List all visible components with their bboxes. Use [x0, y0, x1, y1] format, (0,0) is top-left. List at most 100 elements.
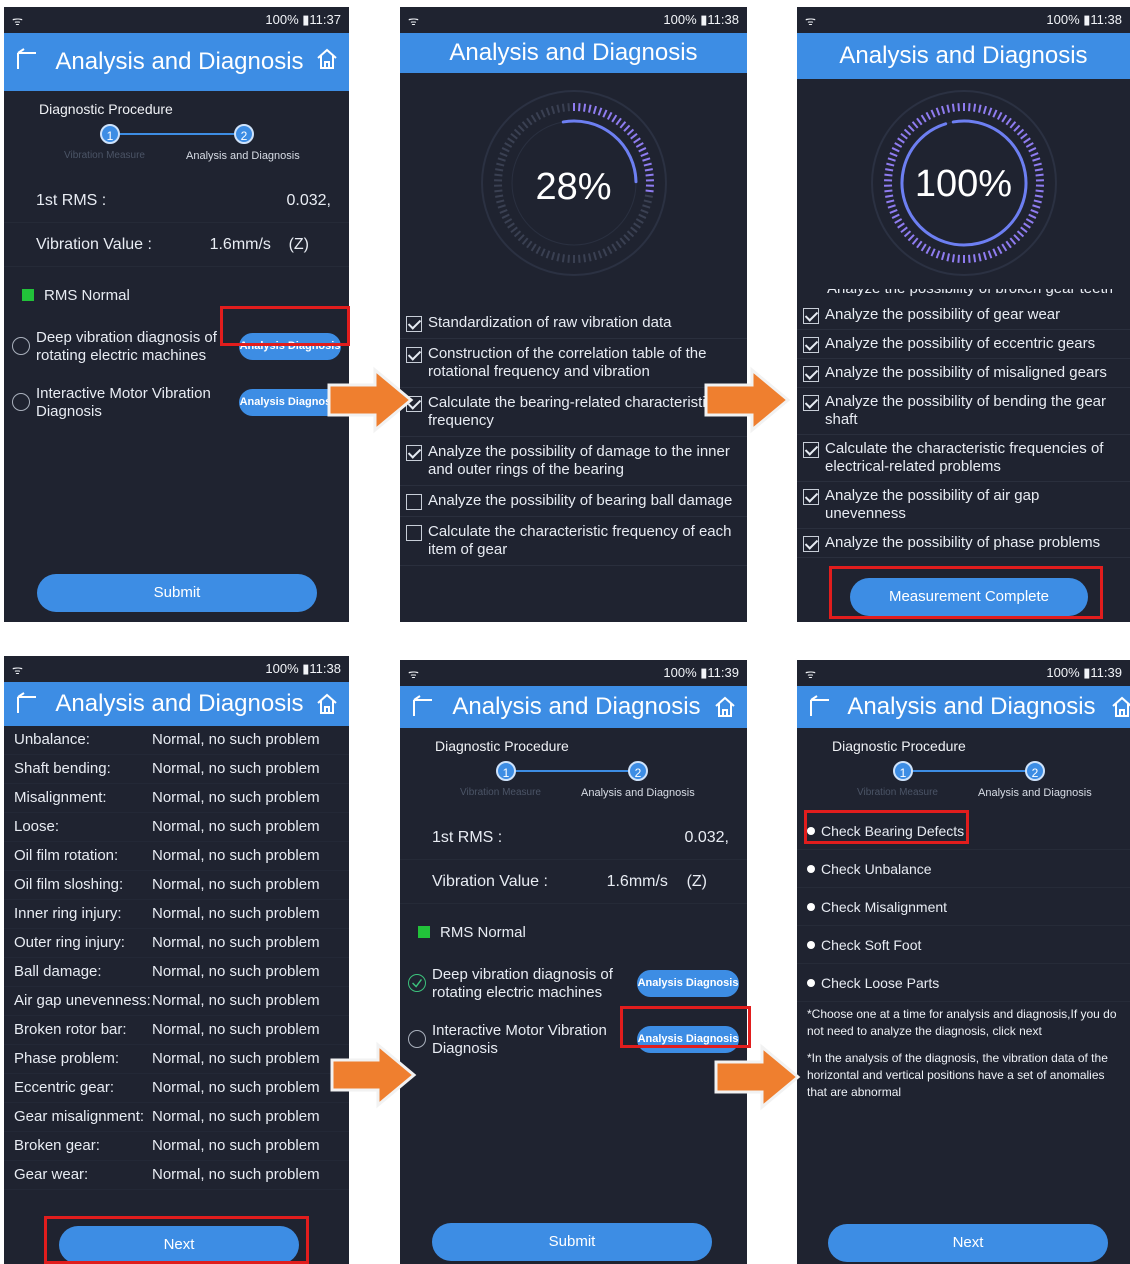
gauge-tick: [1005, 240, 1012, 249]
gauge-tick: [545, 250, 550, 259]
back-icon[interactable]: [807, 694, 833, 720]
gauge-tick: [977, 104, 982, 113]
gauge-tick: [967, 103, 971, 112]
gauge-tick: [501, 147, 510, 153]
gauge-tick: [597, 250, 602, 259]
table-row: Phase problem: Normal, no such problem: [4, 1045, 349, 1074]
rms-row: 1st RMS : 0.032,: [4, 179, 349, 223]
table-row: Broken rotor bar: Normal, no such problem: [4, 1016, 349, 1045]
back-icon[interactable]: [410, 694, 436, 720]
gauge-tick: [592, 251, 597, 261]
check-circle-icon[interactable]: [408, 974, 426, 992]
gauge-tick: [907, 124, 915, 132]
table-row: Gear misalignment: Normal, no such proble…: [4, 1103, 349, 1132]
partial-row-text: Analyze the possibility of broken gear t…: [827, 289, 1113, 297]
gauge-tick: [1031, 157, 1040, 162]
status-bar: ᯤ 100% ▮11:37: [4, 7, 349, 33]
next-button[interactable]: Next: [828, 1224, 1108, 1262]
status-bar: ᯤ 100% ▮11:38: [4, 656, 349, 682]
highlight-box: [44, 1216, 309, 1264]
gauge-tick: [887, 157, 896, 162]
check-item-label: Analyze the possibility of gear wear: [825, 306, 1061, 323]
stepper: 1 2 Vibration Measure Analysis and Diagn…: [400, 754, 747, 804]
gauge-tick: [1016, 230, 1024, 238]
submit-button[interactable]: Submit: [432, 1223, 712, 1261]
gauge-tick: [503, 218, 512, 224]
check-option[interactable]: Check Misalignment: [797, 888, 1130, 926]
gauge-tick: [899, 132, 908, 140]
gauge-tick: [601, 248, 607, 257]
screen-5: ᯤ 100% ▮11:39 Analysis and Diagnosis Dia…: [400, 660, 747, 1264]
submit-button[interactable]: Submit: [37, 574, 317, 612]
diagnosis-option-2[interactable]: Interactive Motor Vibration Diagnosis An…: [4, 379, 349, 427]
result-label: Broken rotor bar:: [14, 1021, 127, 1038]
rms-value: 0.032,: [286, 191, 331, 209]
gauge-tick: [509, 226, 518, 234]
home-icon[interactable]: [315, 692, 339, 716]
gauge-tick: [940, 105, 945, 115]
table-row: Loose: Normal, no such problem: [4, 813, 349, 842]
vibration-axis: (Z): [686, 872, 707, 890]
check-item-label: Analyze the possibility of air gap uneve…: [825, 487, 1040, 522]
analysis-diagnosis-button[interactable]: Analysis Diagnosis: [637, 970, 739, 997]
radio-button[interactable]: [12, 393, 30, 411]
progress-gauge: 28%: [400, 73, 747, 308]
gauge-tick: [521, 237, 528, 245]
check-item: Analyze the possibility of air gap uneve…: [797, 482, 1130, 529]
gauge-tick: [915, 117, 922, 126]
gauge-tick: [615, 117, 622, 126]
progress-gauge: 100%: [797, 79, 1130, 297]
gauge-tick: [622, 124, 630, 132]
arrow-icon: [330, 1041, 417, 1109]
check-option[interactable]: Check Soft Foot: [797, 926, 1130, 964]
gauge-tick: [903, 128, 911, 136]
home-icon[interactable]: [1110, 695, 1130, 719]
checkbox-empty-icon: [406, 494, 422, 510]
step-1-dot: 1: [496, 761, 516, 781]
home-icon[interactable]: [315, 47, 339, 71]
gauge-tick: [632, 137, 641, 144]
bullet-icon: [807, 940, 815, 949]
result-value: Normal, no such problem: [152, 1166, 320, 1183]
check-list: Analyze the possibility of gear wear Anal…: [797, 301, 1130, 558]
gauge-tick: [1022, 137, 1031, 144]
diagnosis-option-1[interactable]: Deep vibration diagnosis of rotating ele…: [400, 960, 747, 1008]
back-icon[interactable]: [14, 691, 40, 717]
gauge-tick: [626, 230, 634, 238]
status-time: 100% ▮11:39: [663, 665, 739, 680]
check-item: Analyze the possibility of misaligned ge…: [797, 359, 1130, 388]
wifi-icon: ᯤ: [805, 13, 816, 28]
check-option[interactable]: Check Loose Parts: [797, 964, 1130, 1002]
checkbox-checked-icon: [803, 442, 819, 458]
result-value: Normal, no such problem: [152, 992, 320, 1009]
check-option[interactable]: Check Unbalance: [797, 850, 1130, 888]
vibration-row: Vibration Value : 1.6mm/s (Z): [400, 860, 747, 904]
gauge-tick: [639, 209, 649, 214]
checkbox-checked-icon: [406, 316, 422, 332]
gauge-tick: [513, 128, 521, 136]
gauge-tick: [509, 132, 518, 140]
gauge-tick: [637, 147, 646, 153]
status-ok-icon: [22, 289, 34, 301]
gauge-tick: [601, 109, 607, 118]
back-icon[interactable]: [14, 47, 40, 73]
gauge-tick: [641, 157, 650, 162]
result-label: Unbalance:: [14, 731, 90, 748]
gauge-tick: [1009, 121, 1016, 129]
gauge-tick: [506, 137, 515, 144]
gauge-tick: [639, 152, 649, 157]
gauge-tick: [951, 254, 955, 263]
rms-label: 1st RMS :: [36, 191, 107, 209]
gauge-tick: [577, 254, 581, 263]
gauge-tick: [1016, 128, 1024, 136]
home-icon[interactable]: [713, 695, 737, 719]
gauge-tick: [615, 240, 622, 249]
result-label: Broken gear:: [14, 1137, 100, 1154]
step-2-dot: 2: [628, 761, 648, 781]
gauge-tick: [956, 254, 960, 263]
gauge-tick: [530, 114, 537, 123]
radio-button[interactable]: [12, 337, 30, 355]
arrow-icon: [327, 366, 414, 434]
gauge-tick: [550, 251, 555, 261]
rms-status-text: RMS Normal: [44, 286, 130, 304]
